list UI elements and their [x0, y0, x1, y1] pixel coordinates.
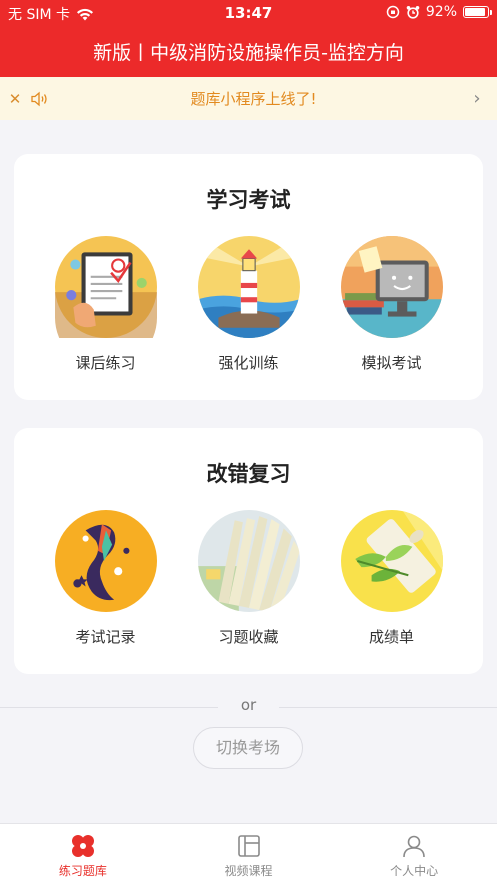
tab-video-label[interactable]: 视频课程	[225, 862, 273, 879]
video-icon	[237, 835, 260, 857]
tab-practice[interactable]: 练习题库	[0, 824, 166, 883]
record-icon	[54, 510, 157, 612]
scroll-icon	[340, 510, 443, 612]
header: 无 SIM 卡 13:47 92% 新版丨中级消防设施操作员-监控方向	[0, 0, 497, 77]
or-text: or	[240, 696, 257, 714]
review-card: 改错复习 考试记录 习题收藏 成绩单	[14, 428, 483, 674]
notice-bar[interactable]: ✕ 题库小程序上线了! ›	[0, 77, 497, 120]
exam-record-label[interactable]: 考试记录	[75, 626, 135, 647]
battery-icon	[463, 6, 492, 18]
transcript-label[interactable]: 成绩单	[369, 626, 414, 647]
battery-percent: 92%	[425, 4, 457, 20]
book-icon	[197, 510, 300, 612]
mock-exam-label[interactable]: 模拟考试	[361, 352, 421, 373]
transcript-item[interactable]: 成绩单	[337, 510, 447, 647]
exercise-icon	[54, 236, 157, 338]
speaker-icon	[31, 91, 47, 106]
close-icon[interactable]: ✕	[0, 90, 30, 108]
status-right: 92%	[386, 4, 492, 20]
exam-record-item[interactable]: 考试记录	[51, 510, 161, 647]
divider-line-right	[279, 707, 497, 708]
mock-exam-item[interactable]: 模拟考试	[337, 236, 447, 373]
notice-text[interactable]: 题库小程序上线了!	[50, 88, 457, 109]
study-card: 学习考试 课后练习 强化训练 模拟考试	[14, 154, 483, 400]
user-icon	[403, 835, 425, 858]
training-label[interactable]: 强化训练	[218, 352, 278, 373]
status-bar: 无 SIM 卡 13:47 92%	[0, 0, 497, 26]
practice-icon	[71, 835, 94, 857]
tab-profile[interactable]: 个人中心	[331, 824, 497, 883]
review-title: 改错复习	[206, 462, 291, 486]
orientation-lock-icon	[386, 5, 400, 19]
favorites-label[interactable]: 习题收藏	[218, 626, 278, 647]
switch-exam-button[interactable]: 切换考场	[193, 727, 303, 769]
favorites-item[interactable]: 习题收藏	[194, 510, 304, 647]
tab-profile-label[interactable]: 个人中心	[390, 862, 438, 879]
tab-bar: 练习题库 视频课程 个人中心	[0, 823, 497, 883]
monitor-icon	[340, 236, 443, 338]
lighthouse-icon	[197, 236, 300, 338]
exercise-label[interactable]: 课后练习	[75, 352, 135, 373]
alarm-icon	[406, 6, 420, 19]
training-item[interactable]: 强化训练	[194, 236, 304, 373]
tab-practice-label[interactable]: 练习题库	[59, 862, 107, 879]
chevron-right-icon[interactable]: ›	[457, 88, 497, 109]
study-title: 学习考试	[206, 188, 291, 212]
battery-fill	[465, 8, 486, 16]
or-divider: or	[0, 696, 497, 718]
exercise-item[interactable]: 课后练习	[51, 236, 161, 373]
tab-video[interactable]: 视频课程	[166, 824, 332, 883]
page-title: 新版丨中级消防设施操作员-监控方向	[93, 42, 404, 64]
